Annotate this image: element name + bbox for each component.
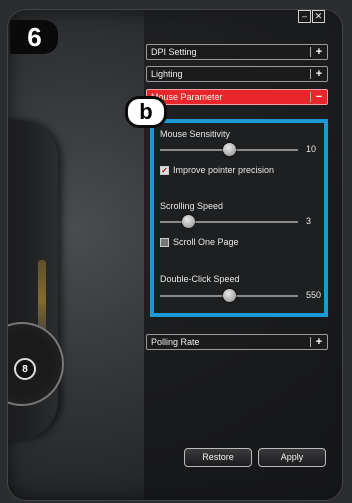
expand-icon[interactable]: + [311, 68, 327, 80]
sensitivity-value: 10 [306, 144, 317, 154]
step-number: 6 [27, 21, 42, 52]
scroll-page-checkbox[interactable] [160, 237, 169, 247]
precision-label: Improve pointer precision [173, 165, 275, 175]
restore-button[interactable]: Restore [184, 448, 252, 467]
minimize-button[interactable]: – [298, 10, 311, 23]
double-click-slider[interactable] [160, 289, 298, 302]
double-click-label: Double-Click Speed [160, 274, 240, 284]
section-label: Mouse Parameter [151, 92, 223, 102]
dial-badge: 8 [14, 358, 36, 380]
scroll-page-option[interactable]: Scroll One Page [160, 237, 239, 247]
expand-icon[interactable]: + [311, 46, 327, 58]
section-label: Polling Rate [151, 337, 200, 347]
section-label: Lighting [151, 69, 183, 79]
precision-checkbox[interactable]: ✓ [160, 165, 169, 175]
expand-icon[interactable]: + [311, 336, 327, 348]
scrolling-label: Scrolling Speed [160, 201, 224, 211]
scrolling-value: 3 [306, 216, 312, 226]
slider-thumb[interactable] [223, 143, 236, 156]
slider-thumb[interactable] [223, 289, 236, 302]
sensitivity-label: Mouse Sensitivity [160, 129, 231, 139]
callout-letter: b [139, 99, 153, 124]
scroll-page-label: Scroll One Page [173, 237, 239, 247]
section-dpi-setting[interactable]: DPI Setting + [146, 44, 328, 60]
slider-thumb[interactable] [181, 215, 195, 228]
collapse-icon[interactable]: − [311, 91, 327, 103]
section-mouse-parameter[interactable]: Mouse Parameter − [146, 89, 328, 105]
section-label: DPI Setting [151, 47, 197, 57]
sensitivity-slider[interactable] [160, 143, 298, 156]
double-click-value: 550 [306, 290, 322, 300]
callout-badge: b [125, 96, 167, 128]
section-lighting[interactable]: Lighting + [146, 66, 328, 82]
apply-button[interactable]: Apply [258, 448, 326, 467]
precision-option[interactable]: ✓ Improve pointer precision [160, 165, 274, 175]
step-tag: 6 [10, 20, 58, 54]
scrolling-slider[interactable] [160, 215, 298, 228]
mouse-parameter-panel: Mouse Sensitivity 10 ✓ Improve pointer p… [150, 119, 328, 317]
close-button[interactable]: ✕ [312, 10, 325, 23]
section-polling-rate[interactable]: Polling Rate + [146, 334, 328, 350]
